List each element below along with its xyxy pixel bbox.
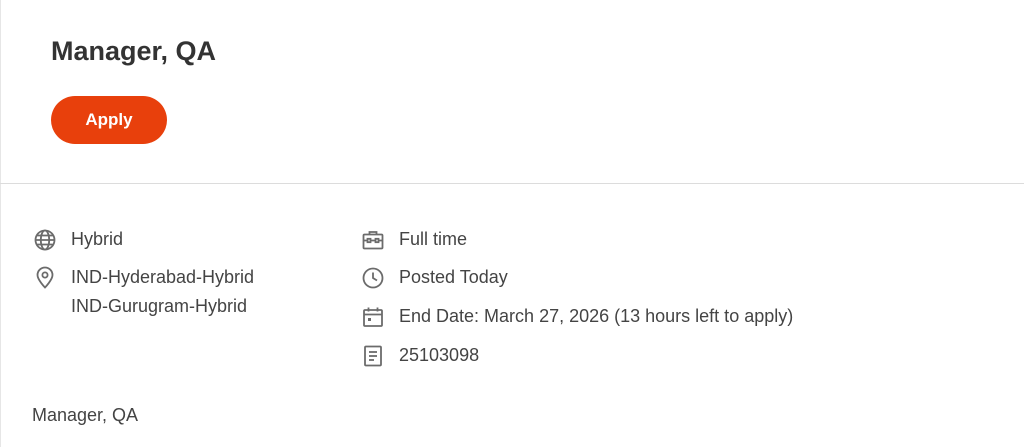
job-description: Manager, QA <box>32 405 139 425</box>
posted-label: Posted Today <box>399 267 508 287</box>
document-icon <box>361 344 385 368</box>
location-row: IND-Hyderabad-Hybrid IND-Gurugram-Hybrid <box>33 266 254 321</box>
calendar-icon <box>361 305 385 329</box>
posted-date: Posted Today <box>399 263 508 292</box>
job-id: 25103098 <box>399 341 479 370</box>
clock-icon <box>361 266 385 290</box>
workplace-row: Hybrid <box>33 228 123 254</box>
end-date: End Date: March 27, 2026 (13 hours left … <box>399 302 793 331</box>
employment-type-row: Full time <box>361 228 467 254</box>
employment-type-label: Full time <box>399 229 468 249</box>
end-date-label: End Date: March 27, 2026 (13 hours left … <box>399 306 794 326</box>
end-date-row: End Date: March 27, 2026 (13 hours left … <box>361 305 793 331</box>
apply-button[interactable]: Apply <box>51 96 167 144</box>
workplace-type: Hybrid <box>71 225 123 254</box>
workplace-label: Hybrid <box>71 229 124 249</box>
globe-icon <box>33 228 57 252</box>
job-header: Manager, QA Apply <box>0 0 1024 184</box>
job-id-row: 25103098 <box>361 344 479 370</box>
job-posting-page: Manager, QA Apply Hybrid IND-Hyderabad-H… <box>0 0 1024 447</box>
job-id-label: 25103098 <box>399 345 480 365</box>
location-pin-icon <box>33 266 57 290</box>
posted-row: Posted Today <box>361 266 508 292</box>
locations-list: IND-Hyderabad-Hybrid IND-Gurugram-Hybrid <box>71 263 254 321</box>
briefcase-icon <box>361 228 385 252</box>
location-item: IND-Hyderabad-Hybrid <box>71 267 255 287</box>
employment-type: Full time <box>399 225 467 254</box>
location-item: IND-Gurugram-Hybrid <box>71 296 248 316</box>
job-title: Manager, QA <box>51 36 217 66</box>
